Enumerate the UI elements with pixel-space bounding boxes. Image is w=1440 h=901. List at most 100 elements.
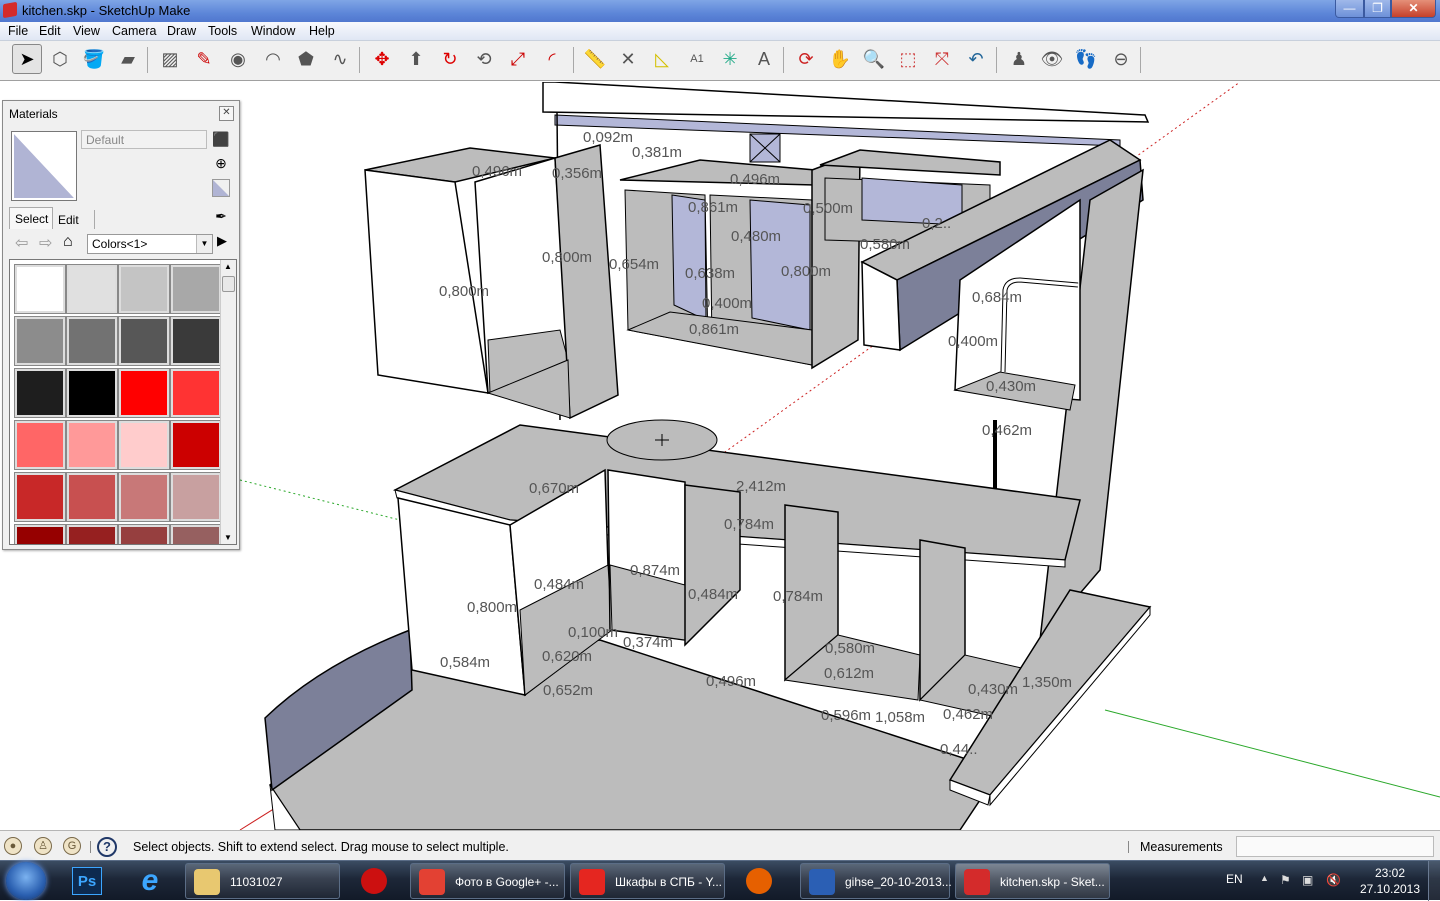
dimension-label[interactable]: 0,670m	[529, 480, 579, 497]
color-swatch[interactable]	[14, 264, 66, 314]
color-swatch[interactable]	[66, 420, 118, 470]
start-button[interactable]	[6, 862, 46, 900]
sample-paint-eyedropper-icon[interactable]: ✒	[212, 207, 230, 225]
action-center-flag-icon[interactable]: ⚑	[1280, 873, 1291, 887]
polygon-tool-icon[interactable]: ⬟	[291, 44, 321, 74]
dimension-label[interactable]: 0,092m	[583, 129, 633, 146]
color-swatch[interactable]	[118, 316, 170, 366]
dimension-label[interactable]: 0,484m	[534, 576, 584, 593]
dimension-label[interactable]: 0,400m	[948, 333, 998, 350]
menu-camera[interactable]: Camera	[112, 24, 156, 38]
chevron-down-icon[interactable]: ▼	[196, 235, 212, 253]
language-indicator[interactable]: EN	[1226, 872, 1243, 886]
menu-view[interactable]: View	[73, 24, 100, 38]
clock-time[interactable]: 23:02	[1360, 866, 1420, 880]
dimension-label[interactable]: 0,100m	[568, 624, 618, 641]
color-swatch[interactable]	[118, 368, 170, 418]
push-pull-tool-icon[interactable]: ⬆	[401, 44, 431, 74]
details-arrow-icon[interactable]: ▶	[217, 233, 227, 249]
back-arrow-icon[interactable]: ⇦	[15, 233, 28, 253]
3d-text-tool-icon[interactable]: A	[749, 44, 779, 74]
dimension-label[interactable]: 1,350m	[1022, 674, 1072, 691]
google-signin-icon[interactable]: G	[63, 837, 81, 855]
rotate-tool-icon[interactable]: ↻	[435, 44, 465, 74]
show-desktop-button[interactable]	[1428, 861, 1440, 901]
color-swatch[interactable]	[118, 264, 170, 314]
zoom-extents-tool-icon[interactable]: ⤧	[927, 44, 957, 74]
home-icon[interactable]: ⌂	[63, 233, 73, 251]
menu-help[interactable]: Help	[309, 24, 335, 38]
tape-measure-tool-icon[interactable]: 📏	[580, 44, 610, 74]
select-tool-icon[interactable]: ➤	[12, 44, 42, 74]
dimension-label[interactable]: 1,058m	[875, 709, 925, 726]
dimension-label[interactable]: 0,638m	[685, 265, 735, 282]
materials-close-button[interactable]: ✕	[219, 106, 234, 121]
color-swatch[interactable]	[170, 472, 222, 522]
dimension-label[interactable]: 0,462m	[943, 706, 993, 723]
scale-tool-icon[interactable]: ⤢	[503, 44, 533, 74]
color-swatch[interactable]	[66, 524, 118, 544]
dimension-label[interactable]: 0,784m	[773, 588, 823, 605]
color-swatch[interactable]	[118, 472, 170, 522]
color-swatch[interactable]	[66, 472, 118, 522]
color-swatch[interactable]	[14, 472, 66, 522]
freehand-tool-icon[interactable]: ∿	[325, 44, 355, 74]
scroll-down-icon[interactable]: ▼	[224, 533, 232, 542]
dimension-label[interactable]: 0,381m	[632, 144, 682, 161]
default-paint-icon[interactable]	[212, 179, 230, 197]
dimension-label[interactable]: 0,480m	[731, 228, 781, 245]
dimension-label[interactable]: 0,484m	[688, 586, 738, 603]
dimension-label[interactable]: 0,44..	[940, 741, 978, 758]
line-tool-icon[interactable]: ✎	[189, 44, 219, 74]
dimension-label[interactable]: 0,784m	[724, 516, 774, 533]
color-swatch[interactable]	[14, 420, 66, 470]
geolocation-icon[interactable]: ●	[4, 837, 22, 855]
create-material-icon[interactable]: ⊕	[212, 154, 230, 172]
forward-arrow-icon[interactable]: ⇨	[39, 233, 52, 253]
show-hidden-icons-icon[interactable]: ▲	[1260, 873, 1269, 883]
taskbar-item[interactable]: gihse_20-10-2013...	[800, 863, 952, 899]
photoshop-icon[interactable]: Ps	[72, 867, 102, 895]
dimension-label[interactable]: 0,800m	[781, 263, 831, 280]
maximize-button[interactable]: ❐	[1364, 0, 1391, 18]
taskbar-item[interactable]	[730, 863, 790, 899]
protractor-tool-icon[interactable]: ◺	[647, 44, 677, 74]
dimension-label[interactable]: 0,652m	[543, 682, 593, 699]
taskbar-item[interactable]: Шкафы в СПБ - Y...	[570, 863, 725, 899]
color-swatch[interactable]	[66, 264, 118, 314]
previous-view-tool-icon[interactable]: ↶	[961, 44, 991, 74]
dimension-label[interactable]: 0,462m	[982, 422, 1032, 439]
network-icon[interactable]: ▣	[1302, 873, 1313, 887]
section-plane-tool-icon[interactable]: ⊖	[1106, 44, 1136, 74]
zoom-window-tool-icon[interactable]: ⬚	[893, 44, 923, 74]
dimension-label[interactable]: 0,800m	[467, 599, 517, 616]
dimension-label[interactable]: 0,580m	[860, 236, 910, 253]
dimension-label[interactable]: 0,612m	[824, 665, 874, 682]
axes-tool-icon[interactable]: ✳	[715, 44, 745, 74]
dimension-label[interactable]: 0,496m	[472, 163, 522, 180]
tab-select[interactable]: Select	[9, 207, 53, 229]
dimension-label[interactable]: 0,430m	[968, 681, 1018, 698]
dimension-label[interactable]: 0,620m	[542, 648, 592, 665]
look-around-tool-icon[interactable]: 👁	[1037, 44, 1067, 74]
dimension-label[interactable]: 0,496m	[730, 171, 780, 188]
measurements-input[interactable]	[1236, 836, 1434, 857]
taskbar-item[interactable]: 11031027	[185, 863, 340, 899]
color-swatch[interactable]	[170, 420, 222, 470]
dimension-tool-icon[interactable]: ✕	[613, 44, 643, 74]
color-swatch[interactable]	[170, 368, 222, 418]
volume-muted-icon[interactable]: 🔇	[1326, 873, 1341, 887]
menu-window[interactable]: Window	[251, 24, 295, 38]
position-camera-tool-icon[interactable]: ♟	[1004, 44, 1034, 74]
pan-tool-icon[interactable]: ✋	[825, 44, 855, 74]
dimension-label[interactable]: 0,496m	[706, 673, 756, 690]
paint-bucket-tool-icon[interactable]: 🪣	[79, 44, 109, 74]
orbit-tool-icon[interactable]: ⟳	[791, 44, 821, 74]
make-component-tool-icon[interactable]: ⬡	[45, 44, 75, 74]
color-swatch[interactable]	[170, 264, 222, 314]
move-tool-icon[interactable]: ✥	[367, 44, 397, 74]
taskbar-item[interactable]	[345, 863, 405, 899]
dimension-label[interactable]: 0,596m	[821, 707, 871, 724]
dimension-label[interactable]: 0,430m	[986, 378, 1036, 395]
follow-me-tool-icon[interactable]: ⟲	[469, 44, 499, 74]
